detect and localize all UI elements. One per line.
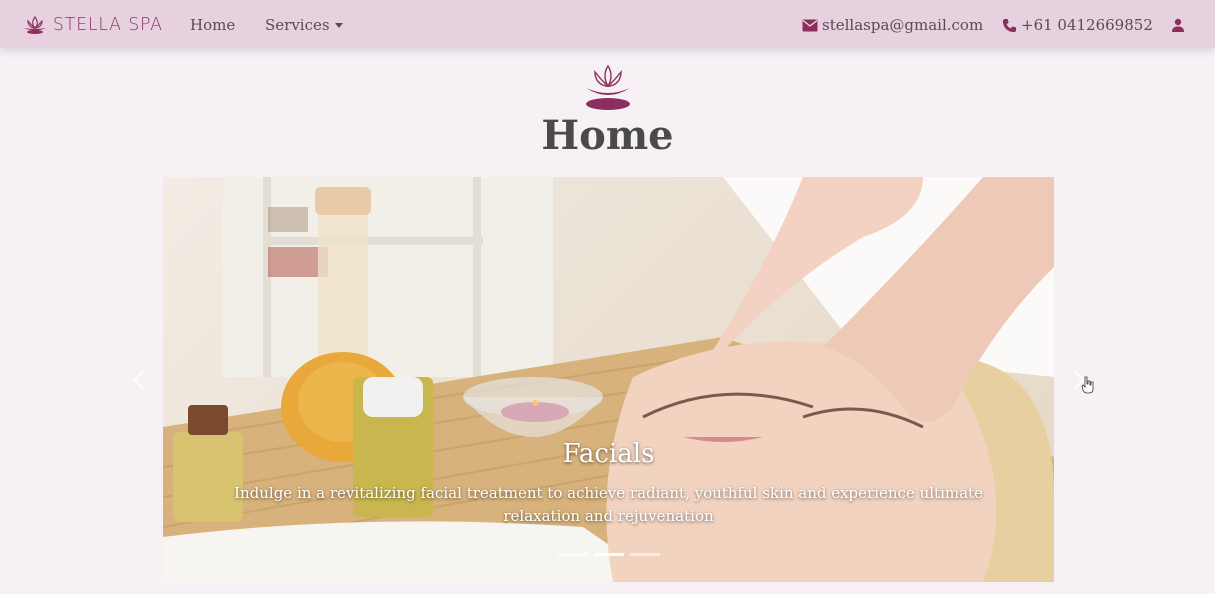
lotus-icon bbox=[24, 15, 46, 34]
email-link[interactable]: stellaspa@gmail.com bbox=[802, 16, 983, 34]
user-account-button[interactable] bbox=[1171, 17, 1185, 32]
envelope-icon bbox=[802, 19, 818, 31]
phone-link[interactable]: +61 0412669852 bbox=[1002, 16, 1153, 34]
carousel-indicator-3[interactable] bbox=[630, 553, 660, 556]
hand-cursor-icon bbox=[1081, 376, 1094, 394]
navbar: STELLA SPA Home Services stellaspa@gmail… bbox=[0, 0, 1215, 48]
email-text: stellaspa@gmail.com bbox=[822, 16, 984, 34]
nav-services-label: Services bbox=[265, 16, 330, 34]
hero-carousel: Facials Indulge in a revitalizing facial… bbox=[163, 177, 1054, 582]
nav-services-dropdown[interactable]: Services bbox=[265, 16, 343, 34]
brand-link[interactable]: STELLA SPA bbox=[22, 14, 169, 35]
page-title: Home bbox=[541, 112, 674, 159]
brand-name: STELLA SPA bbox=[53, 14, 163, 35]
chevron-left-icon bbox=[133, 369, 145, 391]
caret-down-icon bbox=[334, 22, 343, 28]
carousel-indicator-1[interactable] bbox=[558, 553, 588, 556]
user-icon bbox=[1172, 18, 1184, 32]
carousel-indicator-2[interactable] bbox=[594, 553, 624, 556]
slide-caption-text: Indulge in a revitalizing facial treatme… bbox=[234, 484, 983, 525]
nav-home[interactable]: Home bbox=[190, 16, 235, 34]
carousel-indicators bbox=[558, 553, 660, 556]
phone-text: +61 0412669852 bbox=[1021, 16, 1153, 34]
phone-icon bbox=[1002, 18, 1017, 32]
carousel-prev-button[interactable] bbox=[131, 368, 147, 392]
lotus-logo-icon bbox=[586, 64, 630, 110]
slide-caption-title: Facials bbox=[562, 439, 655, 469]
